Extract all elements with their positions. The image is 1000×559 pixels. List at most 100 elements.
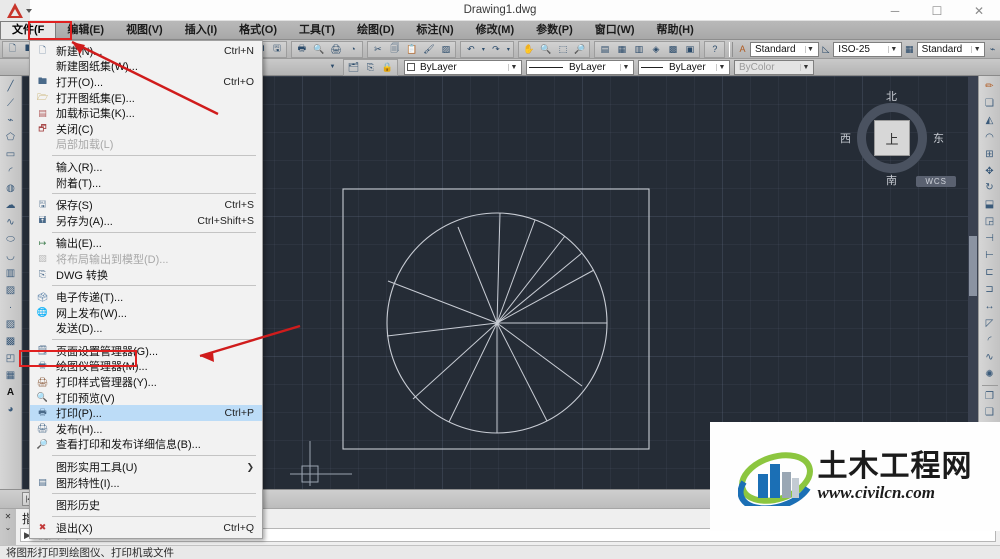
menu-item-new-sheetset[interactable]: 新建图纸集(W)... — [30, 59, 262, 75]
scale-icon[interactable]: ⬓ — [981, 196, 999, 213]
help-icon[interactable]: ? — [706, 42, 723, 57]
layer-previous-icon[interactable]: ⎘ — [362, 60, 379, 75]
menu-item-exit[interactable]: ✖ 退出(X) Ctrl+Q — [30, 520, 262, 536]
chevron-down-icon[interactable]: ▼ — [804, 45, 816, 53]
menu-item-new[interactable]: 🗋 新建(N)... Ctrl+N — [30, 43, 262, 59]
dimension-style-combo[interactable]: ISO-25 ▼ — [833, 41, 902, 57]
draworder-back-icon[interactable]: ❑ — [981, 405, 999, 422]
properties-icon[interactable]: ▤ — [596, 42, 613, 57]
erase-icon[interactable]: ✏ — [981, 78, 999, 95]
undo-dropdown-icon[interactable]: ▾ — [479, 42, 487, 57]
make-block-icon[interactable]: ▨ — [2, 282, 20, 299]
menu-item-save[interactable]: 🖫 保存(S) Ctrl+S — [30, 197, 262, 213]
undo-icon[interactable]: ↶ — [462, 42, 479, 57]
menu-item-etransmit[interactable]: 🗳 电子传递(T)... — [30, 289, 262, 305]
array-icon[interactable]: ⊞ — [981, 146, 999, 163]
blend-curves-icon[interactable]: ∿ — [981, 349, 999, 366]
layer-properties-icon[interactable]: 🗂 — [345, 60, 362, 75]
menu-item-plotter-manager[interactable]: 🖶 绘图仪管理器(M)... — [30, 359, 262, 375]
paste-icon[interactable]: 📋 — [403, 42, 420, 57]
command-pin-icon[interactable]: ⌄ — [5, 522, 12, 533]
region-icon[interactable]: ◰ — [2, 350, 20, 367]
menu-item-drawing-properties[interactable]: ▤ 图形特性(I)... — [30, 475, 262, 491]
revision-cloud-icon[interactable]: ☁ — [2, 197, 20, 214]
chevron-down-icon[interactable]: ▼ — [971, 45, 982, 53]
view-cube-west-label[interactable]: 西 — [840, 130, 851, 146]
menu-item-plot-preview[interactable]: 🔍 打印预览(V) — [30, 390, 262, 406]
offset-icon[interactable]: ◠ — [981, 129, 999, 146]
menu-insert[interactable]: 插入(I) — [174, 21, 228, 39]
mleader-style-icon[interactable]: ⌁ — [985, 42, 1000, 57]
gradient-icon[interactable]: ▩ — [2, 333, 20, 350]
chevron-down-icon[interactable]: ▼ — [620, 63, 631, 71]
chevron-down-icon[interactable]: ▼ — [887, 45, 899, 53]
view-cube-south-label[interactable]: 南 — [886, 172, 897, 188]
menu-item-open[interactable]: 🖿 打开(O)... Ctrl+O — [30, 74, 262, 90]
break-icon[interactable]: ⊐ — [981, 281, 999, 298]
add-selected-icon[interactable]: ◕ — [2, 401, 20, 418]
text-style-icon[interactable]: A — [735, 42, 750, 57]
menu-parametric[interactable]: 参数(P) — [525, 21, 584, 39]
ucs-selector[interactable]: WCS — [916, 176, 956, 187]
multiline-text-icon[interactable]: A — [2, 384, 20, 401]
layer-dropdown-left-icon[interactable]: ▼ — [324, 60, 341, 75]
menu-item-open-sheetset[interactable]: 🗁 打开图纸集(E)... — [30, 90, 262, 106]
plotstyle-combo[interactable]: ByColor ▼ — [734, 59, 814, 75]
hatch-icon[interactable]: ▨ — [2, 316, 20, 333]
table-style-icon[interactable]: ▦ — [902, 42, 917, 57]
circle-icon[interactable]: ◍ — [2, 180, 20, 197]
new-icon[interactable]: 🗋 — [4, 42, 21, 57]
menu-view[interactable]: 视图(V) — [115, 21, 174, 39]
plot-preview-icon[interactable]: 🔍 — [310, 42, 327, 57]
construction-line-icon[interactable]: ⟋ — [2, 95, 20, 112]
markup-icon[interactable]: ▩ — [664, 42, 681, 57]
move-icon[interactable]: ✥ — [981, 163, 999, 180]
menu-format[interactable]: 格式(O) — [228, 21, 288, 39]
spline-icon[interactable]: ∿ — [2, 214, 20, 231]
redo-dropdown-icon[interactable]: ▾ — [504, 42, 512, 57]
sheetset-icon[interactable]: ◈ — [647, 42, 664, 57]
extend-icon[interactable]: ⊢ — [981, 247, 999, 264]
ellipse-icon[interactable]: ⬭ — [2, 231, 20, 248]
point-icon[interactable]: · — [2, 299, 20, 316]
menu-item-save-as[interactable]: 🖬 另存为(A)... Ctrl+Shift+S — [30, 213, 262, 229]
menu-tools[interactable]: 工具(T) — [288, 21, 346, 39]
table-style-combo[interactable]: Standard ▼ — [916, 41, 986, 57]
menu-item-plot[interactable]: 🖶 打印(P)... Ctrl+P — [30, 405, 262, 422]
toolbar-grip-styles[interactable] — [729, 41, 734, 57]
polygon-icon[interactable]: ⬠ — [2, 129, 20, 146]
menu-item-page-setup-manager[interactable]: 🗒 页面设置管理器(G)... — [30, 343, 262, 359]
chamfer-icon[interactable]: ◸ — [981, 315, 999, 332]
menu-item-attach[interactable]: 附着(T)... — [30, 175, 262, 191]
rectangle-icon[interactable]: ▭ — [2, 146, 20, 163]
menu-item-load-markup[interactable]: ▤ 加载标记集(K)... — [30, 105, 262, 121]
view-cube-north-label[interactable]: 北 — [886, 88, 897, 104]
table-icon[interactable]: ▦ — [2, 367, 20, 384]
lineweight-combo[interactable]: ByLayer ▼ — [638, 59, 730, 75]
menu-item-close[interactable]: 🗗 关闭(C) — [30, 121, 262, 137]
designcenter-icon[interactable]: ▦ — [613, 42, 630, 57]
text-style-combo[interactable]: Standard ▼ — [749, 41, 819, 57]
chevron-down-icon[interactable]: ▼ — [508, 63, 519, 71]
zoom-icon[interactable]: 🔍 — [537, 42, 554, 57]
cut-icon[interactable]: ✂ — [369, 42, 386, 57]
pan-realtime-icon[interactable]: ◔ — [344, 42, 361, 57]
layer-freeze-icon[interactable]: 🔒 — [379, 60, 396, 75]
close-button[interactable]: ✕ — [958, 0, 1000, 21]
copy-icon[interactable]: 🗐 — [386, 42, 403, 57]
menu-item-send[interactable]: 发送(D)... — [30, 321, 262, 337]
redo-icon[interactable]: ↷ — [487, 42, 504, 57]
menu-item-plot-style-manager[interactable]: 🖨 打印样式管理器(Y)... — [30, 374, 262, 390]
menu-item-publish-to-web[interactable]: 🌐 网上发布(W)... — [30, 305, 262, 321]
join-icon[interactable]: ↔ — [981, 298, 999, 315]
zoom-previous-icon[interactable]: 🔎 — [571, 42, 588, 57]
line-icon[interactable]: ╱ — [2, 78, 20, 95]
scrollbar-thumb[interactable] — [969, 236, 977, 296]
minimize-button[interactable]: ─ — [874, 0, 916, 21]
menu-help[interactable]: 帮助(H) — [646, 21, 705, 39]
copy-object-icon[interactable]: ❏ — [981, 95, 999, 112]
save-doc-icon[interactable]: 🖫 — [268, 42, 285, 57]
ellipse-arc-icon[interactable]: ◡ — [2, 248, 20, 265]
mirror-icon[interactable]: ◭ — [981, 112, 999, 129]
quickcalc-icon[interactable]: ▣ — [681, 42, 698, 57]
